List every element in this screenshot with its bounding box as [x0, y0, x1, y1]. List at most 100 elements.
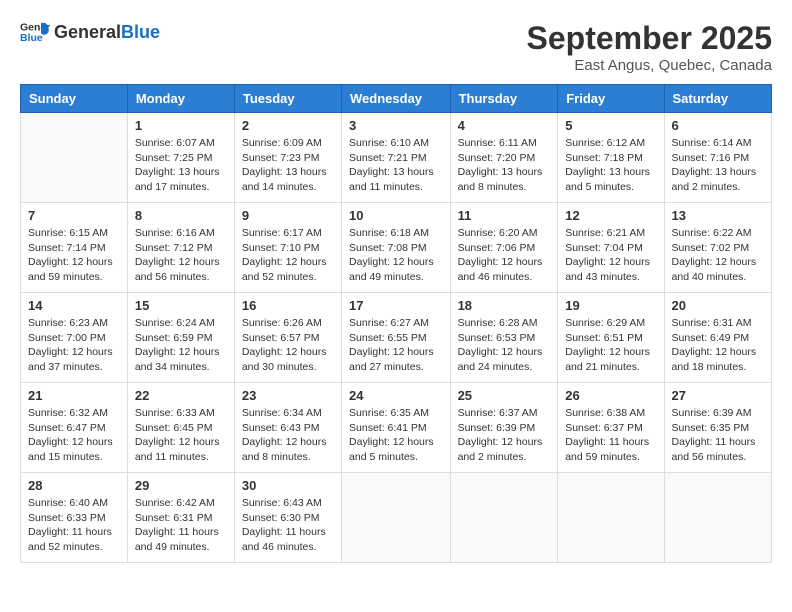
day-info: Sunrise: 6:18 AM Sunset: 7:08 PM Dayligh…	[349, 226, 443, 285]
calendar-cell: 26 Sunrise: 6:38 AM Sunset: 6:37 PM Dayli…	[558, 383, 664, 473]
calendar-cell	[450, 473, 558, 563]
calendar-week-row: 7 Sunrise: 6:15 AM Sunset: 7:14 PM Daylig…	[21, 203, 772, 293]
day-info: Sunrise: 6:28 AM Sunset: 6:53 PM Dayligh…	[458, 316, 551, 375]
logo-blue: Blue	[121, 22, 160, 42]
day-number: 28	[28, 478, 120, 493]
day-number: 10	[349, 208, 443, 223]
day-number: 26	[565, 388, 656, 403]
day-number: 21	[28, 388, 120, 403]
day-info: Sunrise: 6:37 AM Sunset: 6:39 PM Dayligh…	[458, 406, 551, 465]
weekday-header: Monday	[127, 85, 234, 113]
calendar-cell: 9 Sunrise: 6:17 AM Sunset: 7:10 PM Daylig…	[234, 203, 341, 293]
day-info: Sunrise: 6:09 AM Sunset: 7:23 PM Dayligh…	[242, 136, 334, 195]
calendar-cell: 24 Sunrise: 6:35 AM Sunset: 6:41 PM Dayli…	[342, 383, 451, 473]
calendar-cell: 12 Sunrise: 6:21 AM Sunset: 7:04 PM Dayli…	[558, 203, 664, 293]
day-number: 11	[458, 208, 551, 223]
day-number: 8	[135, 208, 227, 223]
day-number: 14	[28, 298, 120, 313]
location-title: East Angus, Quebec, Canada	[527, 57, 772, 74]
calendar-cell: 17 Sunrise: 6:27 AM Sunset: 6:55 PM Dayli…	[342, 293, 451, 383]
day-number: 30	[242, 478, 334, 493]
calendar-week-row: 21Sunrise: 6:32 AM Sunset: 6:47 PM Dayli…	[21, 383, 772, 473]
day-number: 20	[672, 298, 764, 313]
weekday-header: Wednesday	[342, 85, 451, 113]
calendar-cell: 4Sunrise: 6:11 AM Sunset: 7:20 PM Daylig…	[450, 113, 558, 203]
calendar-cell: 11 Sunrise: 6:20 AM Sunset: 7:06 PM Dayli…	[450, 203, 558, 293]
calendar-cell: 3Sunrise: 6:10 AM Sunset: 7:21 PM Daylig…	[342, 113, 451, 203]
day-number: 24	[349, 388, 443, 403]
calendar-cell	[664, 473, 771, 563]
calendar-cell: 28 Sunrise: 6:40 AM Sunset: 6:33 PM Dayli…	[21, 473, 128, 563]
calendar-cell: 19 Sunrise: 6:29 AM Sunset: 6:51 PM Dayli…	[558, 293, 664, 383]
title-area: September 2025 East Angus, Quebec, Canad…	[527, 20, 772, 74]
calendar-cell	[21, 113, 128, 203]
calendar-cell: 8 Sunrise: 6:16 AM Sunset: 7:12 PM Daylig…	[127, 203, 234, 293]
day-number: 6	[672, 118, 764, 133]
svg-text:Blue: Blue	[20, 32, 43, 44]
day-info: Sunrise: 6:38 AM Sunset: 6:37 PM Dayligh…	[565, 406, 656, 465]
weekday-header: Thursday	[450, 85, 558, 113]
month-title: September 2025	[527, 20, 772, 57]
logo-general: General	[54, 22, 121, 42]
calendar-cell: 16Sunrise: 6:26 AM Sunset: 6:57 PM Dayli…	[234, 293, 341, 383]
day-info: Sunrise: 6:07 AM Sunset: 7:25 PM Dayligh…	[135, 136, 227, 195]
calendar-header-row: SundayMondayTuesdayWednesdayThursdayFrid…	[21, 85, 772, 113]
calendar-cell: 2 Sunrise: 6:09 AM Sunset: 7:23 PM Daylig…	[234, 113, 341, 203]
calendar-week-row: 14 Sunrise: 6:23 AM Sunset: 7:00 PM Dayli…	[21, 293, 772, 383]
day-info: Sunrise: 6:23 AM Sunset: 7:00 PM Dayligh…	[28, 316, 120, 375]
calendar-cell: 15Sunrise: 6:24 AM Sunset: 6:59 PM Dayli…	[127, 293, 234, 383]
day-info: Sunrise: 6:40 AM Sunset: 6:33 PM Dayligh…	[28, 496, 120, 555]
day-info: Sunrise: 6:21 AM Sunset: 7:04 PM Dayligh…	[565, 226, 656, 285]
day-info: Sunrise: 6:33 AM Sunset: 6:45 PM Dayligh…	[135, 406, 227, 465]
day-number: 7	[28, 208, 120, 223]
calendar-cell: 6 Sunrise: 6:14 AM Sunset: 7:16 PM Daylig…	[664, 113, 771, 203]
calendar-week-row: 1Sunrise: 6:07 AM Sunset: 7:25 PM Daylig…	[21, 113, 772, 203]
day-info: Sunrise: 6:20 AM Sunset: 7:06 PM Dayligh…	[458, 226, 551, 285]
calendar-cell: 13Sunrise: 6:22 AM Sunset: 7:02 PM Dayli…	[664, 203, 771, 293]
calendar-cell: 27 Sunrise: 6:39 AM Sunset: 6:35 PM Dayli…	[664, 383, 771, 473]
day-info: Sunrise: 6:12 AM Sunset: 7:18 PM Dayligh…	[565, 136, 656, 195]
calendar-cell: 14 Sunrise: 6:23 AM Sunset: 7:00 PM Dayli…	[21, 293, 128, 383]
day-info: Sunrise: 6:10 AM Sunset: 7:21 PM Dayligh…	[349, 136, 443, 195]
day-info: Sunrise: 6:31 AM Sunset: 6:49 PM Dayligh…	[672, 316, 764, 375]
day-number: 27	[672, 388, 764, 403]
day-info: Sunrise: 6:17 AM Sunset: 7:10 PM Dayligh…	[242, 226, 334, 285]
calendar-cell: 1Sunrise: 6:07 AM Sunset: 7:25 PM Daylig…	[127, 113, 234, 203]
calendar-cell	[558, 473, 664, 563]
day-info: Sunrise: 6:43 AM Sunset: 6:30 PM Dayligh…	[242, 496, 334, 555]
day-number: 12	[565, 208, 656, 223]
calendar: SundayMondayTuesdayWednesdayThursdayFrid…	[20, 84, 772, 563]
day-info: Sunrise: 6:15 AM Sunset: 7:14 PM Dayligh…	[28, 226, 120, 285]
day-number: 25	[458, 388, 551, 403]
logo-icon: General Blue	[20, 20, 50, 44]
day-info: Sunrise: 6:39 AM Sunset: 6:35 PM Dayligh…	[672, 406, 764, 465]
calendar-cell: 20 Sunrise: 6:31 AM Sunset: 6:49 PM Dayli…	[664, 293, 771, 383]
day-number: 5	[565, 118, 656, 133]
day-number: 17	[349, 298, 443, 313]
day-number: 18	[458, 298, 551, 313]
calendar-cell: 23Sunrise: 6:34 AM Sunset: 6:43 PM Dayli…	[234, 383, 341, 473]
calendar-cell: 21Sunrise: 6:32 AM Sunset: 6:47 PM Dayli…	[21, 383, 128, 473]
day-info: Sunrise: 6:29 AM Sunset: 6:51 PM Dayligh…	[565, 316, 656, 375]
day-info: Sunrise: 6:34 AM Sunset: 6:43 PM Dayligh…	[242, 406, 334, 465]
calendar-cell: 29 Sunrise: 6:42 AM Sunset: 6:31 PM Dayli…	[127, 473, 234, 563]
day-info: Sunrise: 6:16 AM Sunset: 7:12 PM Dayligh…	[135, 226, 227, 285]
day-number: 4	[458, 118, 551, 133]
day-info: Sunrise: 6:35 AM Sunset: 6:41 PM Dayligh…	[349, 406, 443, 465]
day-info: Sunrise: 6:22 AM Sunset: 7:02 PM Dayligh…	[672, 226, 764, 285]
day-info: Sunrise: 6:42 AM Sunset: 6:31 PM Dayligh…	[135, 496, 227, 555]
calendar-cell: 25 Sunrise: 6:37 AM Sunset: 6:39 PM Dayli…	[450, 383, 558, 473]
day-info: Sunrise: 6:27 AM Sunset: 6:55 PM Dayligh…	[349, 316, 443, 375]
logo: General Blue GeneralBlue	[20, 20, 160, 44]
day-number: 22	[135, 388, 227, 403]
day-number: 15	[135, 298, 227, 313]
day-info: Sunrise: 6:14 AM Sunset: 7:16 PM Dayligh…	[672, 136, 764, 195]
day-number: 29	[135, 478, 227, 493]
weekday-header: Saturday	[664, 85, 771, 113]
weekday-header: Friday	[558, 85, 664, 113]
calendar-cell	[342, 473, 451, 563]
calendar-cell: 5 Sunrise: 6:12 AM Sunset: 7:18 PM Daylig…	[558, 113, 664, 203]
day-number: 2	[242, 118, 334, 133]
day-number: 19	[565, 298, 656, 313]
day-number: 9	[242, 208, 334, 223]
